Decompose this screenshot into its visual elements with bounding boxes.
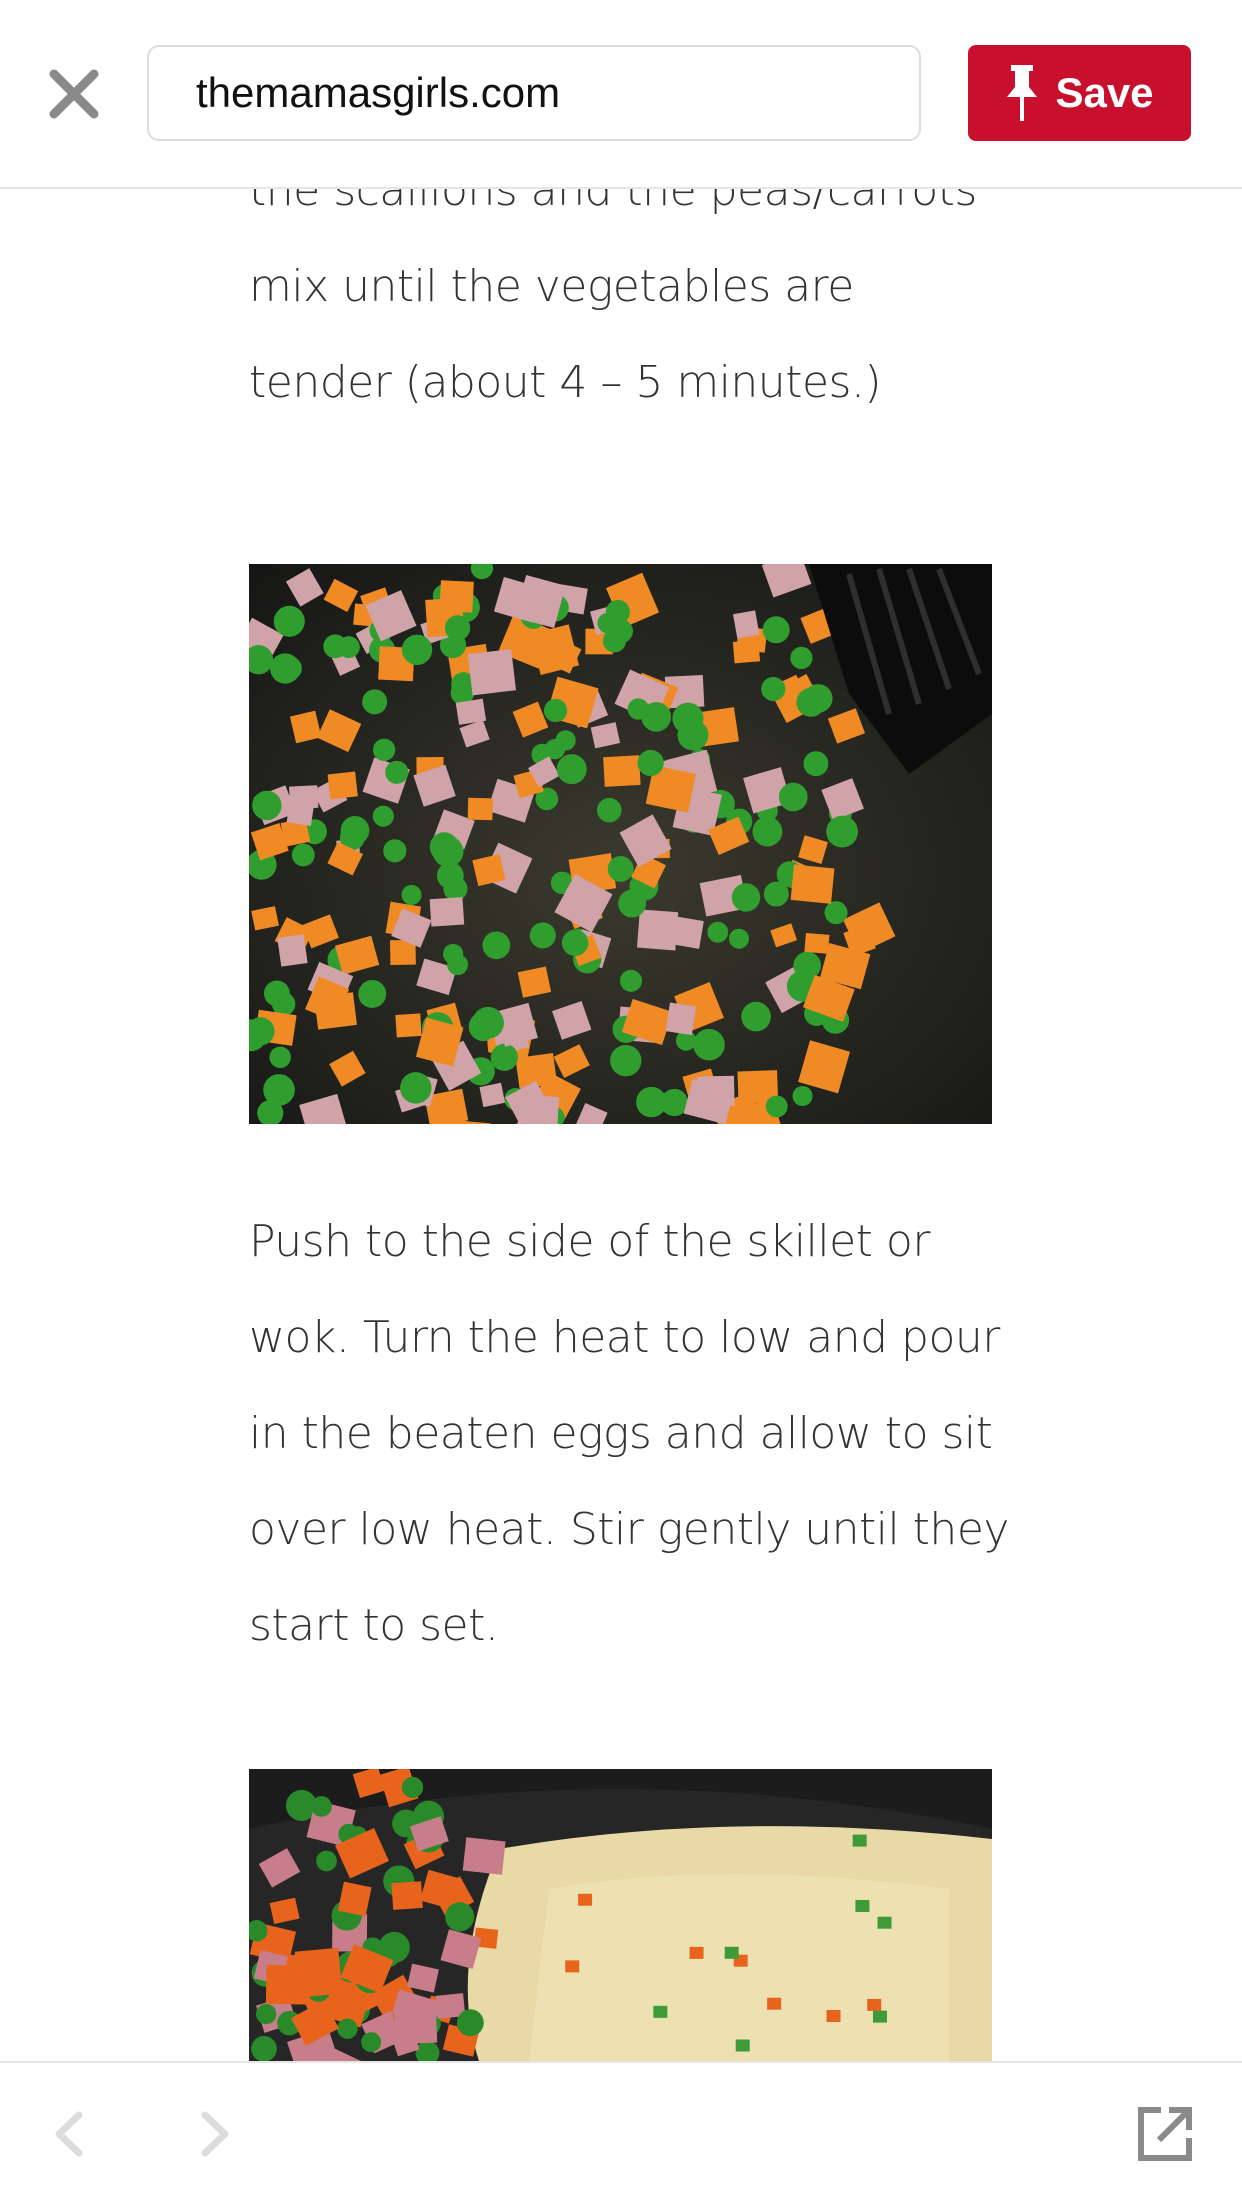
bottom-toolbar xyxy=(0,2061,1242,2208)
eggs-photo-illustration xyxy=(249,1769,992,2061)
url-field[interactable]: themamasgirls.com xyxy=(147,45,921,141)
close-icon xyxy=(49,69,99,119)
article-content: the scallions and the peas/carrots mix u… xyxy=(0,189,1242,2061)
article-paragraph: the scallions and the peas/carrots mix u… xyxy=(249,189,977,408)
save-label: Save xyxy=(1055,69,1154,116)
article-paragraph: Push to the side of the skillet or wok. … xyxy=(249,1216,1009,1651)
open-external-icon xyxy=(1138,2107,1192,2161)
vegetables-photo-illustration xyxy=(249,564,992,1124)
url-text: themamasgirls.com xyxy=(196,69,561,116)
pin-icon xyxy=(1007,65,1038,121)
chevron-right-icon xyxy=(201,2111,229,2157)
article-photo-eggs xyxy=(249,1769,992,2061)
close-button[interactable] xyxy=(42,62,106,126)
top-toolbar: themamasgirls.com Save xyxy=(0,0,1242,189)
open-external-button[interactable] xyxy=(1130,2099,1200,2169)
back-button[interactable] xyxy=(34,2099,104,2169)
save-button[interactable]: Save xyxy=(968,45,1191,141)
forward-button[interactable] xyxy=(180,2099,250,2169)
article-photo-vegetables xyxy=(249,564,992,1124)
chevron-left-icon xyxy=(55,2111,83,2157)
